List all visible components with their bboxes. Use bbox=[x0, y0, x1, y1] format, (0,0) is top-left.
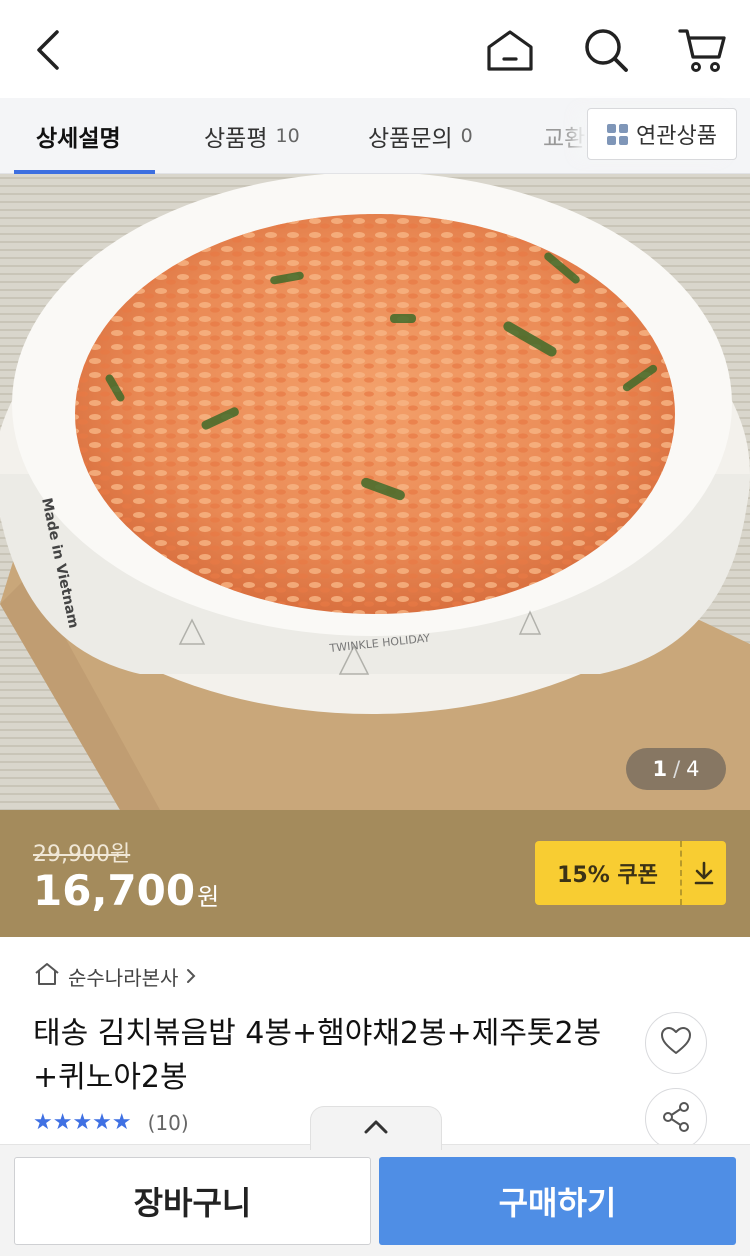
page-total: 4 bbox=[686, 757, 700, 781]
tab-count: 10 bbox=[275, 125, 300, 147]
sale-price-value: 16,700 bbox=[33, 866, 196, 915]
back-icon[interactable] bbox=[22, 24, 74, 76]
wishlist-button[interactable] bbox=[645, 1012, 707, 1074]
share-button[interactable] bbox=[645, 1088, 707, 1150]
review-count: (10) bbox=[147, 1110, 189, 1135]
tab-label: 상품평 bbox=[204, 126, 268, 152]
heart-icon bbox=[660, 1026, 692, 1060]
grid-icon bbox=[607, 123, 629, 145]
star-rating: ★★★★★ bbox=[33, 1110, 132, 1135]
coupon-label: 15% 쿠폰 bbox=[557, 863, 658, 888]
share-icon bbox=[661, 1101, 691, 1137]
top-bar bbox=[0, 0, 750, 98]
product-title: 태송 김치볶음밥 4봉+햄야채2봉+제주톳2봉+퀴노아2봉 bbox=[33, 1016, 602, 1095]
tab-count: 0 bbox=[460, 125, 473, 147]
product-image[interactable]: TWINKLE HOLIDAY Made in Vietnam bbox=[0, 174, 750, 810]
related-products-label: 연관상품 bbox=[636, 124, 717, 149]
cart-icon[interactable] bbox=[676, 24, 728, 76]
tab-review[interactable]: 상품평 10 bbox=[204, 98, 300, 174]
seller-link[interactable]: 순수나라본사 bbox=[34, 962, 196, 991]
currency-unit: 원 bbox=[197, 883, 220, 911]
kimchi-fried-rice-photo: TWINKLE HOLIDAY Made in Vietnam bbox=[0, 174, 750, 810]
tab-qna[interactable]: 상품문의 0 bbox=[368, 98, 473, 174]
tab-label: 상세설명 bbox=[36, 126, 121, 152]
original-price: 29,900원 bbox=[33, 842, 131, 867]
chevron-right-icon bbox=[186, 965, 196, 989]
related-products-button[interactable]: 연관상품 bbox=[587, 108, 737, 160]
home-icon[interactable] bbox=[484, 24, 536, 76]
store-icon bbox=[34, 962, 60, 991]
tab-detail[interactable]: 상세설명 bbox=[36, 98, 121, 174]
page-separator: / bbox=[673, 757, 681, 781]
seller-name: 순수나라본사 bbox=[68, 966, 179, 990]
tab-label: 교환 bbox=[543, 126, 586, 152]
tab-label: 상품문의 bbox=[368, 126, 453, 152]
sale-price: 16,700원 bbox=[33, 866, 219, 915]
buy-now-button[interactable]: 구매하기 bbox=[379, 1157, 736, 1245]
image-page-indicator: 1/4 bbox=[626, 748, 726, 790]
search-icon[interactable] bbox=[580, 24, 632, 76]
tab-exchange[interactable]: 교환 bbox=[543, 98, 585, 174]
chevron-up-icon bbox=[363, 1119, 389, 1139]
expand-handle[interactable] bbox=[310, 1106, 442, 1150]
download-icon bbox=[680, 841, 726, 905]
rating[interactable]: ★★★★★ (10) bbox=[33, 1110, 189, 1135]
page-current: 1 bbox=[652, 757, 668, 781]
coupon-download-button[interactable]: 15% 쿠폰 bbox=[535, 841, 726, 905]
add-to-cart-button[interactable]: 장바구니 bbox=[14, 1157, 371, 1245]
